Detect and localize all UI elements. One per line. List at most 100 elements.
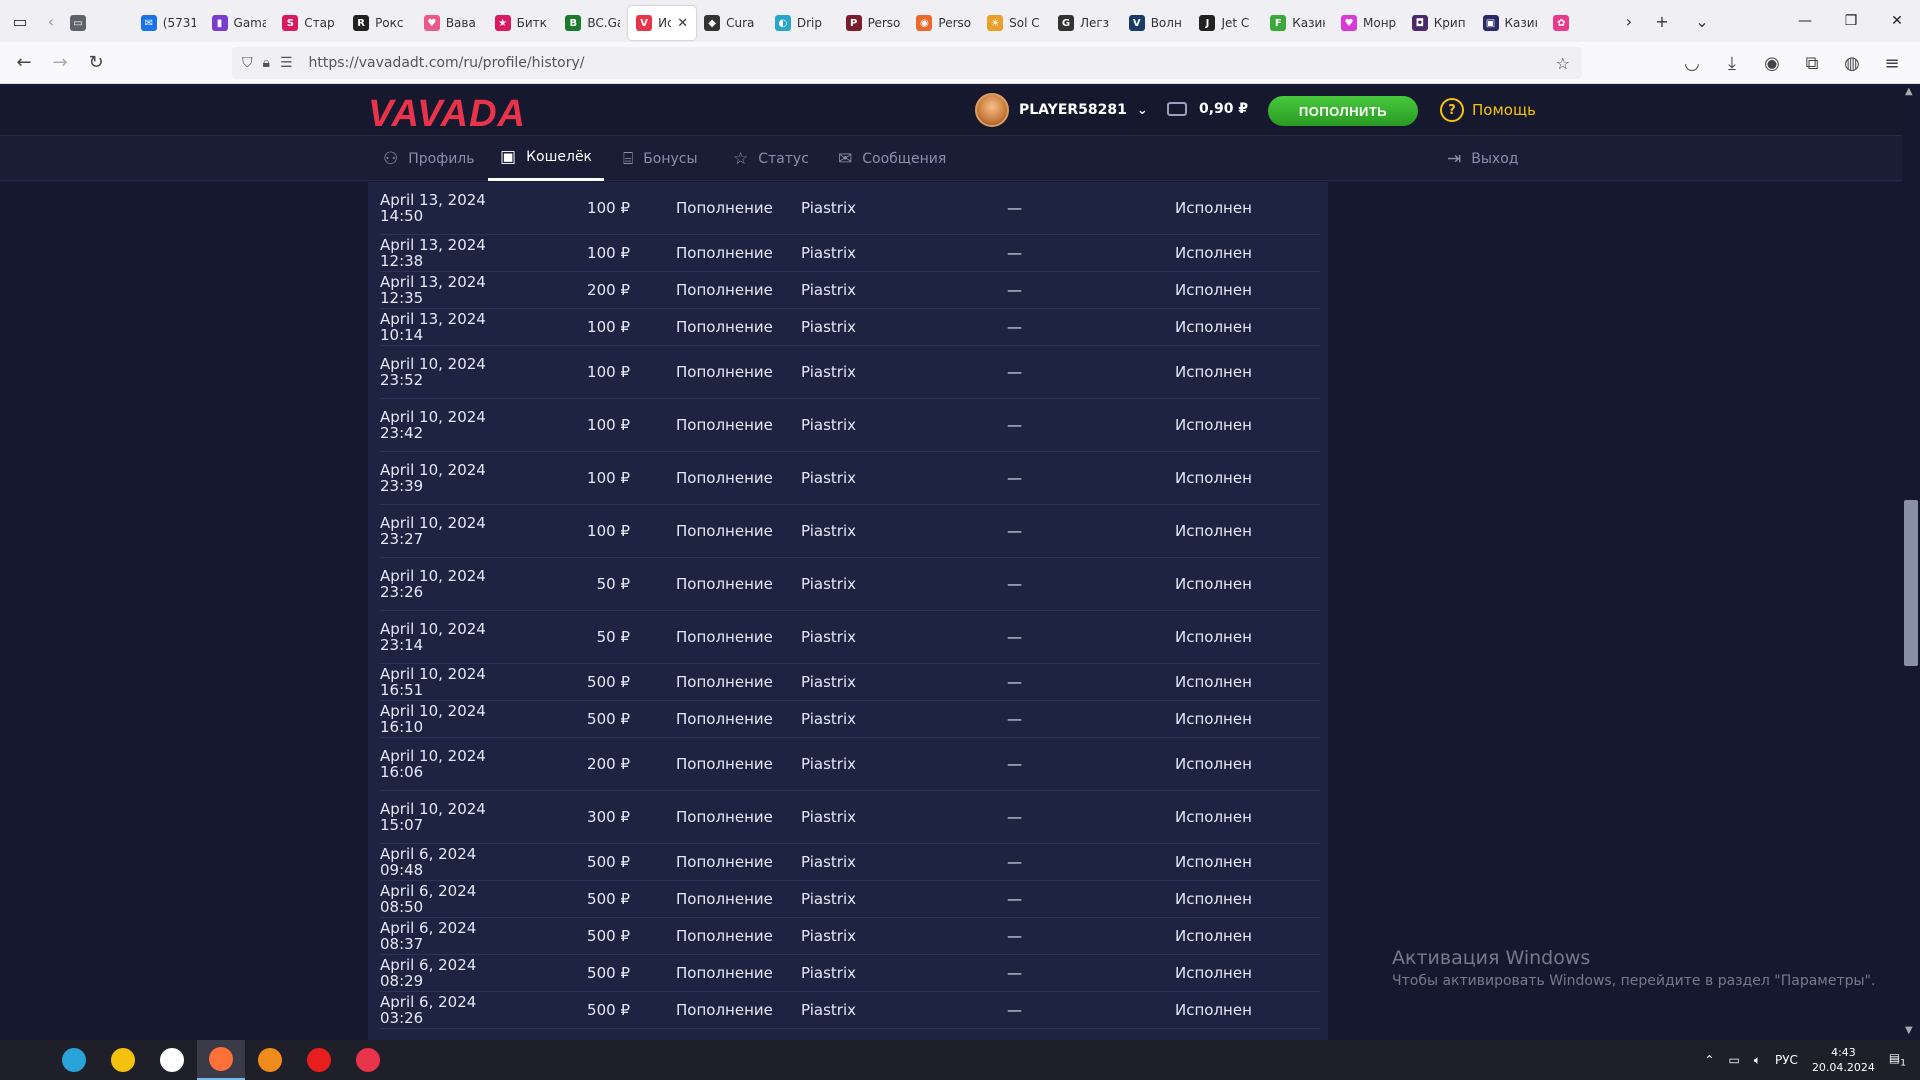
windows-activation-watermark: Активация Windows Чтобы активировать Win… bbox=[1392, 947, 1875, 989]
browser-tab[interactable]: B BC.Ga bbox=[557, 6, 628, 40]
browser-tab[interactable]: V Ис ✕ bbox=[628, 6, 697, 40]
tab-menu-icon[interactable]: ⌄ bbox=[1682, 0, 1722, 42]
pocket-icon[interactable]: ◡ bbox=[1674, 45, 1710, 81]
back-icon[interactable]: ← bbox=[6, 45, 42, 81]
tab-list-icon[interactable]: ▭ bbox=[0, 0, 40, 42]
row-type: Пополнение bbox=[676, 755, 773, 773]
tabs-scroll-left-icon[interactable]: ‹ bbox=[40, 0, 62, 42]
browser-tab[interactable]: ▭ bbox=[62, 6, 133, 40]
network-icon[interactable]: ▭ bbox=[1728, 1053, 1739, 1067]
vpn-icon[interactable]: ◍ bbox=[1834, 45, 1870, 81]
row-status: Исполнен bbox=[1175, 755, 1252, 773]
help-link[interactable]: ? Помощь bbox=[1440, 98, 1536, 122]
row-date: April 10, 2024 23:26 bbox=[380, 567, 486, 601]
restore-icon[interactable]: ❐ bbox=[1828, 0, 1874, 42]
row-date: April 6, 2024 08:50 bbox=[380, 882, 477, 916]
minimize-icon[interactable]: — bbox=[1782, 0, 1828, 42]
browser-tab[interactable]: ♥ Вава bbox=[416, 6, 487, 40]
browser-tab[interactable]: ♥ Монр bbox=[1333, 6, 1404, 40]
row-extra: — bbox=[1007, 853, 1022, 871]
browser-tab[interactable]: F Казин bbox=[1262, 6, 1333, 40]
browser-tabs: ▭ ✉ (5731 ▮GamaSСтарRРокс♥Вава★БиткBBC.GaVИ… bbox=[62, 0, 1616, 42]
deposit-button[interactable]: ПОПОЛНИТЬ bbox=[1268, 96, 1418, 126]
browser-tab[interactable]: ★ Битк bbox=[487, 6, 558, 40]
scroll-down-icon[interactable]: ▼ bbox=[1905, 1025, 1913, 1036]
close-window-icon[interactable]: ✕ bbox=[1874, 0, 1920, 42]
browser-tab[interactable]: P Perso bbox=[838, 6, 909, 40]
vavada-logo[interactable]: VAVADA bbox=[368, 93, 526, 136]
row-type: Пополнение bbox=[676, 281, 773, 299]
extensions-icon[interactable]: ⧉ bbox=[1794, 45, 1830, 81]
chevron-down-icon: ⌄ bbox=[1136, 102, 1148, 118]
table-row: April 6, 2024 03:26 500 ₽ Пополнение Piastr… bbox=[380, 992, 1320, 1029]
extension-b-icon[interactable]: ◉ bbox=[1754, 45, 1790, 81]
taskbar-app-vlc[interactable] bbox=[246, 1040, 294, 1080]
browser-tab[interactable]: R Рокс bbox=[345, 6, 416, 40]
browser-tab[interactable]: ◉ Perso bbox=[908, 6, 979, 40]
taskbar-app-firefox[interactable] bbox=[197, 1040, 245, 1080]
browser-tab[interactable]: ◐ Drip bbox=[767, 6, 838, 40]
browser-tab[interactable]: ☀ Sol C bbox=[979, 6, 1050, 40]
clock[interactable]: 4:43 20.04.2024 bbox=[1812, 1045, 1875, 1075]
browser-tab[interactable]: ◘ Крип bbox=[1404, 6, 1475, 40]
forward-icon[interactable]: → bbox=[42, 45, 78, 81]
tab-messages[interactable]: ✉ Сообщения bbox=[838, 136, 946, 181]
tab-title: (5731 bbox=[162, 16, 196, 30]
favicon-icon: ♥ bbox=[1341, 15, 1357, 31]
new-tab-icon[interactable]: + bbox=[1642, 0, 1682, 42]
site-header: VAVADA PLAYER58281 ⌄ 0,90 ₽ ПОПОЛНИТЬ ? … bbox=[0, 85, 1920, 136]
taskbar-app-recorder[interactable] bbox=[295, 1040, 343, 1080]
favicon-icon: ✉ bbox=[140, 15, 157, 31]
favicon-icon: ◐ bbox=[774, 15, 791, 31]
browser-tab[interactable]: G Легз bbox=[1050, 6, 1121, 40]
favicon-icon: V bbox=[636, 15, 653, 31]
address-bar[interactable]: ⛉ 🔒︎ ☰ https://vavadadt.com/ru/profile/h… bbox=[232, 47, 1582, 79]
watermark-subtitle: Чтобы активировать Windows, перейдите в … bbox=[1392, 973, 1876, 989]
row-type: Пополнение bbox=[676, 890, 773, 908]
browser-tab[interactable]: ✉ (5731 bbox=[133, 6, 204, 40]
row-date: April 13, 2024 14:50 bbox=[380, 191, 486, 225]
row-amount: 500 ₽ bbox=[587, 673, 630, 691]
row-system: Piastrix bbox=[801, 890, 856, 908]
row-extra: — bbox=[1007, 416, 1022, 434]
browser-tab[interactable]: ▮ Gama bbox=[204, 6, 275, 40]
tabs-scroll-right-icon[interactable]: › bbox=[1616, 0, 1642, 42]
logout-link[interactable]: ⇥ Выход bbox=[1447, 136, 1518, 181]
download-icon[interactable]: ⤓ bbox=[1714, 45, 1750, 81]
favicon-icon: ◘ bbox=[1411, 15, 1428, 31]
tab-close-icon[interactable]: ✕ bbox=[677, 16, 688, 31]
table-row: April 6, 2024 08:37 500 ₽ Пополнение Piastr… bbox=[380, 918, 1320, 955]
menu-icon[interactable]: ≡ bbox=[1874, 45, 1910, 81]
taskbar-app-obs[interactable] bbox=[344, 1040, 392, 1080]
tab-wallet[interactable]: ▣ Кошелёк bbox=[488, 136, 605, 181]
notifications-icon[interactable]: ▤1 bbox=[1889, 1051, 1906, 1068]
row-amount: 500 ₽ bbox=[587, 927, 630, 945]
reload-icon[interactable]: ↻ bbox=[78, 45, 114, 81]
browser-tab[interactable]: S Стар bbox=[274, 6, 345, 40]
tab-bonuses[interactable]: ⌸ Бонусы bbox=[623, 136, 698, 181]
tab-title: BC.Ga bbox=[587, 16, 620, 30]
browser-tab[interactable]: V Волн bbox=[1121, 6, 1192, 40]
row-extra: — bbox=[1007, 522, 1022, 540]
obs-icon bbox=[356, 1048, 380, 1072]
bookmark-star-icon[interactable]: ☆ bbox=[1556, 54, 1570, 73]
taskbar-app-explorer[interactable] bbox=[99, 1040, 147, 1080]
user-menu[interactable]: PLAYER58281 ⌄ bbox=[975, 93, 1148, 127]
row-status: Исполнен bbox=[1175, 244, 1252, 262]
taskbar-app-edge[interactable] bbox=[50, 1040, 98, 1080]
row-extra: — bbox=[1007, 244, 1022, 262]
tab-profile[interactable]: ⚇ Профиль bbox=[383, 136, 475, 181]
language-indicator[interactable]: РУС bbox=[1775, 1053, 1798, 1067]
scrollbar-thumb[interactable] bbox=[1904, 500, 1918, 666]
browser-tab[interactable]: ◆ Cura bbox=[696, 6, 767, 40]
browser-tab[interactable]: ✿ bbox=[1545, 6, 1616, 40]
row-amount: 500 ₽ bbox=[587, 853, 630, 871]
row-date: April 10, 2024 23:27 bbox=[380, 514, 486, 548]
tray-overflow-icon[interactable]: ⌃ bbox=[1704, 1053, 1714, 1067]
scroll-up-icon[interactable]: ▲ bbox=[1905, 86, 1913, 97]
browser-tab[interactable]: ▣ Казин bbox=[1475, 6, 1546, 40]
browser-tab[interactable]: J Jet C bbox=[1191, 6, 1262, 40]
volume-icon[interactable]: 🔈︎ bbox=[1754, 1053, 1761, 1068]
tab-status[interactable]: ☆ Статус bbox=[733, 136, 809, 181]
taskbar-app-app-g[interactable] bbox=[148, 1040, 196, 1080]
